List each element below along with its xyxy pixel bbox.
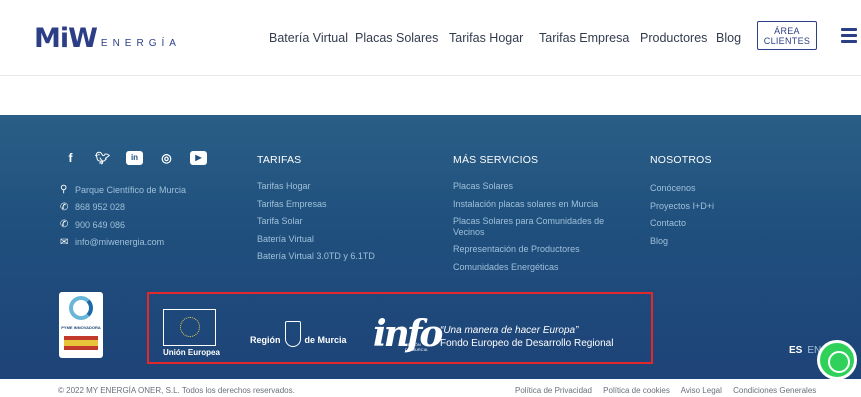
footer-link[interactable]: Conócenos — [650, 180, 714, 198]
phone-icon: ✆ — [60, 219, 69, 231]
footer-link[interactable]: Placas Solares — [453, 178, 623, 196]
copyright-text: © 2022 MY ENERGÍA ONER, S.L. Todos los d… — [58, 386, 295, 395]
footer-link[interactable]: Proyectos I+D+i — [650, 198, 714, 216]
mas-servicios-list: Placas Solares Instalación placas solare… — [453, 178, 623, 276]
cookies-link[interactable]: Política de cookies — [603, 386, 670, 395]
legal-notice-link[interactable]: Aviso Legal — [681, 386, 722, 395]
contact-email[interactable]: ✉ info@miwenergia.com — [60, 234, 186, 252]
murcia-crest-icon — [284, 321, 301, 347]
tarifas-list: Tarifas Hogar Tarifas Empresas Tarifa So… — [257, 178, 375, 266]
instagram-icon[interactable]: ◎ — [158, 151, 175, 165]
nosotros-heading: NOSOTROS — [650, 154, 712, 166]
mas-servicios-heading: MÁS SERVICIOS — [453, 154, 539, 166]
eu-label: Unión Europea — [163, 348, 220, 357]
site-header: MiW ENERGÍA Batería Virtual Placas Solar… — [0, 0, 861, 76]
footer-link[interactable]: Comunidades Energéticas — [453, 259, 623, 277]
tarifas-heading: TARIFAS — [257, 154, 302, 166]
area-label-line2: CLIENTES — [763, 36, 811, 46]
footer-link[interactable]: Placas Solares para Comunidades de Vecin… — [453, 213, 623, 241]
whatsapp-icon[interactable] — [817, 340, 857, 380]
area-label-line1: ÁREA — [774, 26, 800, 36]
footer-link[interactable]: Contacto — [650, 215, 714, 233]
hamburger-menu-icon[interactable] — [841, 28, 857, 43]
legal-links: Política de Privacidad Política de cooki… — [515, 386, 825, 395]
logo-word: MiW — [34, 23, 98, 54]
footer-link[interactable]: Tarifas Empresas — [257, 196, 375, 214]
mail-icon: ✉ — [60, 236, 69, 248]
eu-flag-icon — [163, 309, 216, 346]
footer-link[interactable]: Instalación placas solares en Murcia — [453, 196, 623, 214]
miw-logo[interactable]: MiW ENERGÍA — [34, 24, 181, 52]
contact-address[interactable]: ⚲ Parque Científico de Murcia — [60, 181, 186, 199]
nav-productores[interactable]: Productores — [640, 31, 707, 45]
social-links: f 🐦︎ in ◎ ▶ — [62, 151, 207, 165]
nav-tarifas-hogar[interactable]: Tarifas Hogar — [449, 31, 523, 45]
privacy-link[interactable]: Política de Privacidad — [515, 386, 592, 395]
contact-phone-2[interactable]: ✆ 900 649 086 — [60, 216, 186, 234]
feder-text: “Una manera de hacer Europa” Fondo Europ… — [440, 325, 613, 349]
bottom-bar: © 2022 MY ENERGÍA ONER, S.L. Todos los d… — [0, 379, 861, 397]
footer-link[interactable]: Tarifas Hogar — [257, 178, 375, 196]
nosotros-list: Conócenos Proyectos I+D+i Contacto Blog — [650, 180, 714, 250]
location-icon: ⚲ — [60, 184, 68, 196]
feder-fund-name: Fondo Europeo de Desarrollo Regional — [440, 338, 614, 349]
feder-funding-banner: Unión Europea Región de Murcia info REGI… — [147, 292, 653, 364]
site-footer: f 🐦︎ in ◎ ▶ ⚲ Parque Científico de Murcia… — [0, 115, 861, 380]
lang-es[interactable]: ES — [789, 345, 802, 356]
logo-subtitle: ENERGÍA — [100, 38, 181, 49]
spain-flag-icon — [64, 336, 98, 350]
footer-link[interactable]: Representación de Productores — [453, 241, 623, 259]
twitter-icon[interactable]: 🐦︎ — [94, 151, 111, 165]
nav-tarifas-empresa[interactable]: Tarifas Empresa — [539, 31, 629, 45]
youtube-icon[interactable]: ▶ — [190, 151, 207, 165]
contact-phone-1[interactable]: ✆ 868 952 028 — [60, 199, 186, 217]
nav-blog[interactable]: Blog — [716, 31, 741, 45]
footer-link[interactable]: Tarifa Solar — [257, 213, 375, 231]
linkedin-icon[interactable]: in — [126, 151, 143, 165]
footer-link[interactable]: Batería Virtual — [257, 231, 375, 249]
feder-motto: “Una manera de hacer Europa” — [440, 325, 579, 336]
footer-link[interactable]: Batería Virtual 3.0TD y 6.1TD — [257, 248, 375, 266]
general-conditions-link[interactable]: Condiciones Generales — [733, 386, 816, 395]
footer-link[interactable]: Blog — [650, 233, 714, 251]
nav-bateria-virtual[interactable]: Batería Virtual — [269, 31, 348, 45]
phone-icon: ✆ — [60, 201, 69, 213]
info-logo-subtitle: REGIÓN DE MURCIA — [405, 342, 428, 352]
language-switcher: ES EN — [789, 345, 821, 356]
facebook-icon[interactable]: f — [62, 151, 79, 165]
pyme-emblem-icon — [69, 296, 93, 320]
contact-info: ⚲ Parque Científico de Murcia ✆ 868 952 02… — [60, 181, 186, 251]
nav-placas-solares[interactable]: Placas Solares — [355, 31, 438, 45]
pyme-innovadora-logo: PYME INNOVADORA — [59, 292, 103, 358]
area-clientes-button[interactable]: ÁREA CLIENTES — [757, 21, 817, 50]
region-murcia-logo: Región de Murcia — [250, 321, 347, 353]
